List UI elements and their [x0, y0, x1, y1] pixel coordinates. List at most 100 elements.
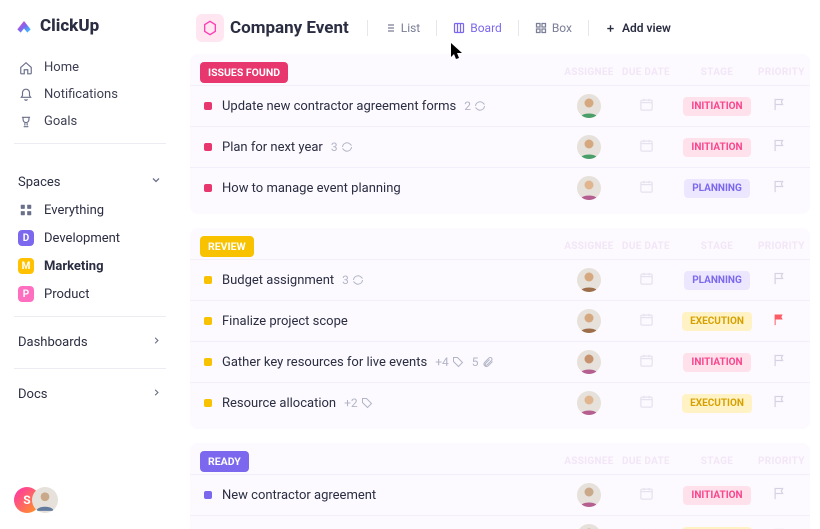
col-assignee: ASSIGNEE: [562, 241, 616, 252]
stage-cell[interactable]: INITIATION: [676, 486, 758, 505]
stage-cell[interactable]: EXECUTION: [676, 394, 758, 413]
spaces-heading[interactable]: Spaces: [14, 168, 166, 196]
task-meta: 5: [472, 355, 494, 369]
priority-cell[interactable]: [758, 97, 800, 116]
user-avatar[interactable]: [32, 487, 58, 513]
task-row[interactable]: Update new contractor agreement forms2 I…: [190, 85, 810, 126]
assignee-cell[interactable]: [562, 94, 616, 118]
task-row[interactable]: How to manage event planning PLANNING: [190, 167, 810, 208]
assignee-cell[interactable]: [562, 176, 616, 200]
status-dot-icon: [204, 102, 212, 110]
task-meta: +4: [435, 355, 464, 369]
col-priority: PRIORITY: [758, 456, 800, 467]
priority-cell[interactable]: [758, 138, 800, 157]
due-date-cell[interactable]: [616, 138, 676, 157]
space-badge-icon: D: [18, 230, 34, 246]
nav-goals-label: Goals: [44, 114, 77, 129]
task-name: Finalize project scope: [222, 314, 562, 329]
priority-cell[interactable]: [758, 312, 800, 331]
flag-icon: [772, 353, 787, 372]
stage-cell[interactable]: PLANNING: [676, 179, 758, 198]
space-item-marketing[interactable]: M Marketing: [14, 252, 166, 280]
assignee-cell[interactable]: [562, 268, 616, 292]
priority-cell[interactable]: [758, 179, 800, 198]
task-name: Resource allocation+2: [222, 396, 562, 411]
due-date-cell[interactable]: [616, 271, 676, 290]
nav-dashboards[interactable]: Dashboards: [14, 325, 166, 360]
assignee-cell[interactable]: [562, 135, 616, 159]
due-date-cell[interactable]: [616, 353, 676, 372]
nav-notifications[interactable]: Notifications: [14, 81, 166, 108]
task-row[interactable]: Gather key resources for live events+4 5…: [190, 341, 810, 382]
assignee-cell[interactable]: [562, 309, 616, 333]
task-name: Update new contractor agreement forms2: [222, 99, 562, 114]
avatar-icon: [577, 135, 601, 159]
calendar-icon: [639, 179, 654, 198]
priority-cell[interactable]: [758, 394, 800, 413]
avatar-icon: [577, 483, 601, 507]
nav-home[interactable]: Home: [14, 54, 166, 81]
assignee-cell[interactable]: [562, 524, 616, 529]
divider: [14, 316, 166, 317]
space-item-development[interactable]: D Development: [14, 224, 166, 252]
nav-home-label: Home: [44, 60, 79, 75]
space-badge-icon: P: [18, 286, 34, 302]
avatar-icon: [577, 309, 601, 333]
task-row[interactable]: Budget assignment3 PLANNING: [190, 259, 810, 300]
avatar-icon: [577, 94, 601, 118]
task-row[interactable]: Refresh company website5 EXECUTION: [190, 515, 810, 529]
task-name: Budget assignment3: [222, 273, 562, 288]
flag-icon: [772, 312, 787, 331]
flag-icon: [772, 271, 787, 290]
status-pill[interactable]: READY: [200, 451, 249, 472]
task-row[interactable]: Plan for next year3 INITIATION: [190, 126, 810, 167]
stage-cell[interactable]: EXECUTION: [676, 312, 758, 331]
task-row[interactable]: Finalize project scope EXECUTION: [190, 300, 810, 341]
stage-badge: INITIATION: [683, 486, 750, 505]
view-tab-list[interactable]: List: [376, 17, 429, 39]
add-view-button[interactable]: Add view: [597, 17, 679, 39]
group-header: REVIEW ASSIGNEE DUE DATE STAGE PRIORITY: [190, 228, 810, 259]
chevron-down-icon: [150, 174, 162, 190]
due-date-cell[interactable]: [616, 97, 676, 116]
status-dot-icon: [204, 491, 212, 499]
status-pill[interactable]: ISSUES FOUND: [200, 62, 288, 83]
view-tab-board[interactable]: Board: [445, 17, 510, 39]
priority-cell[interactable]: [758, 486, 800, 505]
due-date-cell[interactable]: [616, 394, 676, 413]
spaces-heading-label: Spaces: [18, 175, 61, 190]
status-dot-icon: [204, 358, 212, 366]
view-tab-box[interactable]: Box: [527, 17, 580, 39]
stage-cell[interactable]: PLANNING: [676, 271, 758, 290]
task-name: New contractor agreement: [222, 488, 562, 503]
space-item-product[interactable]: P Product: [14, 280, 166, 308]
col-priority: PRIORITY: [758, 241, 800, 252]
grid-icon: [18, 202, 34, 218]
task-name: Gather key resources for live events+4 5: [222, 355, 562, 370]
nav-goals[interactable]: Goals: [14, 108, 166, 135]
task-meta: 3: [331, 140, 353, 154]
priority-cell[interactable]: [758, 271, 800, 290]
status-pill[interactable]: REVIEW: [200, 236, 254, 257]
list-icon[interactable]: [196, 14, 224, 42]
stage-badge: EXECUTION: [682, 394, 752, 413]
space-everything[interactable]: Everything: [14, 196, 166, 224]
priority-cell[interactable]: [758, 353, 800, 372]
task-row[interactable]: New contractor agreement INITIATION: [190, 474, 810, 515]
due-date-cell[interactable]: [616, 312, 676, 331]
brand-logo[interactable]: ClickUp: [14, 16, 166, 36]
task-row[interactable]: Resource allocation+2 EXECUTION: [190, 382, 810, 423]
calendar-icon: [639, 353, 654, 372]
assignee-cell[interactable]: [562, 483, 616, 507]
assignee-cell[interactable]: [562, 350, 616, 374]
due-date-cell[interactable]: [616, 486, 676, 505]
stage-cell[interactable]: INITIATION: [676, 97, 758, 116]
flag-icon: [772, 394, 787, 413]
stage-cell[interactable]: INITIATION: [676, 138, 758, 157]
due-date-cell[interactable]: [616, 179, 676, 198]
nav-docs[interactable]: Docs: [14, 377, 166, 412]
task-group: ISSUES FOUND ASSIGNEE DUE DATE STAGE PRI…: [190, 54, 810, 214]
flag-icon: [772, 486, 787, 505]
assignee-cell[interactable]: [562, 391, 616, 415]
stage-cell[interactable]: INITIATION: [676, 353, 758, 372]
